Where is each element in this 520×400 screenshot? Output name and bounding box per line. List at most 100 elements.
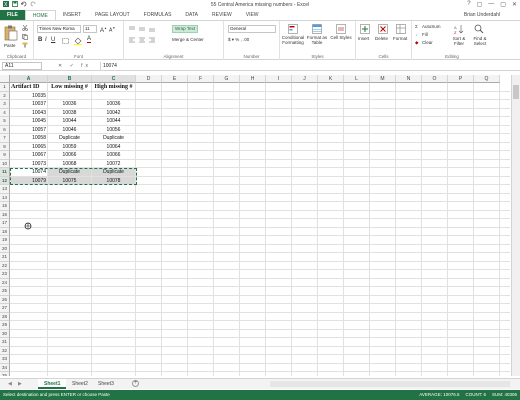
row-header-13[interactable]: 13 (0, 185, 10, 194)
format-as-table-button[interactable]: Format as Table (306, 35, 328, 45)
format-cells-button[interactable]: Format (393, 36, 407, 41)
row-header-33[interactable]: 33 (0, 355, 10, 364)
ribbon-display-button[interactable]: ▢ (477, 1, 483, 8)
row-header-15[interactable]: 15 (0, 202, 10, 211)
data-cell[interactable]: 10057 (11, 126, 46, 134)
row-header-3[interactable]: 3 (0, 100, 10, 109)
data-cell[interactable]: 10044 (93, 117, 134, 125)
row-header-2[interactable]: 2 (0, 91, 10, 100)
data-cell[interactable]: 10042 (93, 109, 134, 117)
column-header-g[interactable]: G (214, 75, 240, 83)
data-cell[interactable]: 10066 (93, 151, 134, 159)
merge-center-button[interactable]: Merge & Center (172, 37, 204, 42)
row-header-17[interactable]: 17 (0, 219, 10, 228)
font-grow-icon[interactable]: A▲ (100, 26, 107, 34)
row-header-10[interactable]: 10 (0, 159, 10, 168)
font-size-box[interactable]: 11 (83, 25, 97, 33)
fill-arrow-icon[interactable]: ↓ (415, 32, 417, 37)
user-name[interactable]: Brian Underdahl (464, 12, 500, 18)
row-header-4[interactable]: 4 (0, 108, 10, 117)
fill-button[interactable]: Fill (422, 32, 428, 37)
row-header-9[interactable]: 9 (0, 151, 10, 160)
autosum-sigma-icon[interactable]: Σ (415, 24, 418, 29)
tab-home[interactable]: HOME (24, 10, 56, 20)
row-header-24[interactable]: 24 (0, 278, 10, 287)
select-all-corner[interactable] (0, 75, 10, 83)
underline-icon[interactable]: U (51, 37, 55, 43)
column-header-h[interactable]: H (240, 75, 266, 83)
number-format-icons[interactable]: $ ▾ % , .00 (228, 37, 249, 43)
wrap-text-button[interactable]: Wrap Text (172, 25, 199, 33)
vertical-scroll-thumb[interactable] (513, 85, 519, 99)
data-cell[interactable]: 10066 (49, 151, 90, 159)
vertical-align-icons[interactable] (128, 26, 156, 32)
column-header-j[interactable]: J (292, 75, 318, 83)
data-cell[interactable]: 10059 (49, 143, 90, 151)
paste-icon[interactable] (4, 25, 18, 41)
row-header-5[interactable]: 5 (0, 117, 10, 126)
autosum-button[interactable]: AutoSum (422, 24, 441, 29)
worksheet-grid[interactable]: A B C D E F G H I J K L M N O P Q 1 2 3 4 5 6 7 8 9 10 11 12 13 14 15 16… (0, 75, 520, 376)
header-cell[interactable]: Low missing # (49, 83, 90, 91)
cell-styles-button[interactable]: Cell Styles (330, 35, 352, 40)
copy-icon[interactable] (22, 34, 28, 40)
conditional-formatting-icon[interactable] (288, 24, 298, 34)
data-cell[interactable]: 10058 (11, 134, 46, 142)
font-name-box[interactable]: Times New Roma (37, 25, 81, 33)
name-box[interactable]: A11 (2, 62, 42, 70)
row-header-32[interactable]: 32 (0, 346, 10, 355)
row-header-25[interactable]: 25 (0, 287, 10, 296)
clear-eraser-icon[interactable]: ◆ (415, 40, 418, 46)
formula-bar-buttons[interactable]: ✕ ✓ fx (58, 62, 91, 70)
clear-button[interactable]: Clear (422, 40, 433, 45)
row-header-21[interactable]: 21 (0, 253, 10, 262)
row-header-27[interactable]: 27 (0, 304, 10, 313)
row-header-6[interactable]: 6 (0, 125, 10, 134)
insert-cells-button[interactable]: Insert (358, 36, 369, 41)
data-cell[interactable]: 10046 (49, 126, 90, 134)
column-header-e[interactable]: E (162, 75, 188, 83)
format-as-table-icon[interactable] (312, 24, 322, 34)
data-cell[interactable]: 10038 (49, 109, 90, 117)
tab-file[interactable]: FILE (0, 10, 25, 20)
delete-cells-icon[interactable] (378, 24, 388, 34)
column-header-i[interactable]: I (266, 75, 292, 83)
find-select-icon[interactable] (474, 24, 484, 34)
tab-review[interactable]: REVIEW (205, 10, 239, 20)
add-sheet-icon[interactable]: + (132, 380, 139, 387)
font-shrink-icon[interactable]: A▼ (109, 26, 115, 34)
row-header-12[interactable]: 12 (0, 176, 10, 185)
data-cell[interactable]: 10043 (11, 109, 46, 117)
delete-cells-button[interactable]: Delete (375, 36, 388, 41)
find-select-button[interactable]: Find & Select (470, 36, 490, 46)
sort-filter-icon[interactable]: AZ (454, 24, 464, 34)
italic-icon[interactable]: I (45, 37, 47, 43)
tab-insert[interactable]: INSERT (56, 10, 88, 20)
help-button[interactable]: ? (467, 1, 470, 8)
bold-icon[interactable]: B (38, 37, 42, 43)
close-button[interactable]: ✕ (512, 1, 517, 8)
sheet-prev-icon[interactable]: ◀ (8, 381, 12, 387)
row-header-16[interactable]: 16 (0, 210, 10, 219)
row-header-35[interactable]: 35 (0, 372, 10, 376)
data-cell[interactable]: 10056 (93, 126, 134, 134)
column-header-p[interactable]: P (448, 75, 474, 83)
column-header-n[interactable]: N (396, 75, 422, 83)
row-header-1[interactable]: 1 (0, 83, 10, 92)
data-cell[interactable]: 10068 (49, 160, 90, 168)
row-header-8[interactable]: 8 (0, 142, 10, 151)
horizontal-scrollbar[interactable] (270, 381, 510, 387)
fill-color-icon[interactable] (74, 37, 82, 45)
data-cell[interactable]: 10065 (11, 143, 46, 151)
minimize-button[interactable]: — (488, 1, 494, 8)
row-header-18[interactable]: 18 (0, 227, 10, 236)
column-header-o[interactable]: O (422, 75, 448, 83)
column-header-a[interactable]: A (10, 75, 48, 83)
column-header-l[interactable]: L (344, 75, 370, 83)
row-header-30[interactable]: 30 (0, 329, 10, 338)
data-cell[interactable]: 10064 (93, 143, 134, 151)
sheet-tab-sheet3[interactable]: Sheet3 (92, 379, 120, 389)
row-header-26[interactable]: 26 (0, 295, 10, 304)
font-color-icon[interactable]: A (87, 36, 92, 43)
format-cells-icon[interactable] (396, 24, 406, 34)
